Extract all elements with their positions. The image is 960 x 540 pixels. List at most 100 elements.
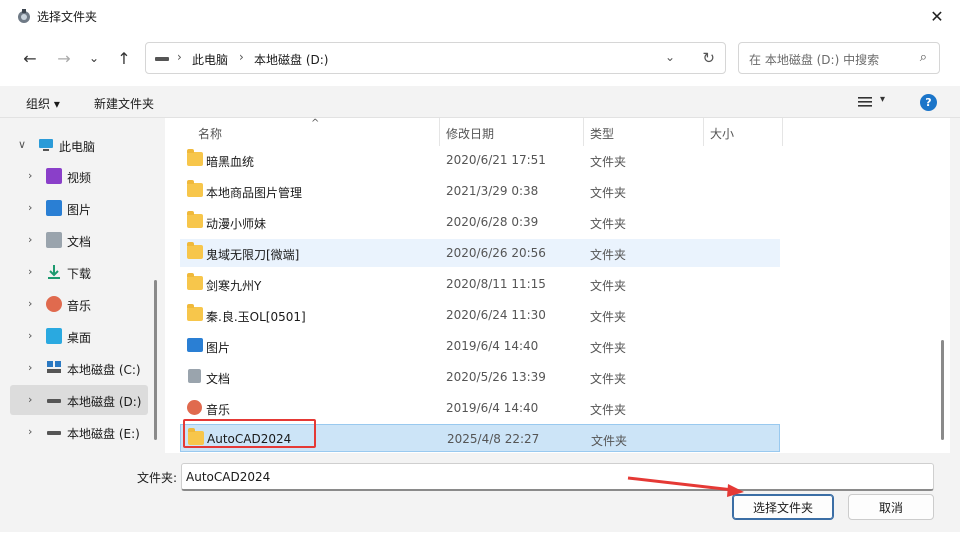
new-folder-button[interactable]: 新建文件夹 bbox=[94, 95, 154, 112]
up-button[interactable]: ↑ bbox=[112, 46, 136, 70]
column-divider[interactable] bbox=[703, 118, 704, 146]
row-type: 文件夹 bbox=[590, 155, 627, 169]
tree-item-videos[interactable]: › 视频 bbox=[10, 161, 148, 191]
app-icon bbox=[18, 9, 30, 23]
picture-icon bbox=[46, 200, 62, 216]
tree-item-label: 本地磁盘 (C:) bbox=[67, 363, 141, 377]
row-type: 文件夹 bbox=[590, 341, 627, 355]
chevron-expanded-icon[interactable]: ∨ bbox=[18, 138, 26, 151]
file-list: ^ 名称 修改日期 类型 大小 暗黑血统 2020/6/21 17:51 文件夹… bbox=[165, 118, 950, 453]
tree-item-pictures[interactable]: › 图片 bbox=[10, 193, 148, 223]
title-bar: 选择文件夹 ✕ bbox=[0, 0, 960, 32]
search-placeholder: 在 本地磁盘 (D:) 中搜索 bbox=[749, 53, 880, 67]
table-row[interactable]: 文档 2020/5/26 13:39 文件夹 bbox=[180, 363, 780, 391]
tree-item-label: 此电脑 bbox=[59, 140, 96, 154]
chevron-right-icon[interactable]: › bbox=[28, 233, 32, 246]
drive-icon bbox=[46, 424, 62, 440]
annotation-highlight-box bbox=[183, 419, 316, 448]
file-list-scrollbar[interactable] bbox=[941, 340, 944, 440]
chevron-down-icon[interactable]: ⌄ bbox=[665, 50, 675, 64]
table-row[interactable]: 图片 2019/6/4 14:40 文件夹 bbox=[180, 332, 780, 360]
nav-pane-scrollbar[interactable] bbox=[154, 280, 157, 440]
column-divider[interactable] bbox=[439, 118, 440, 146]
refresh-icon[interactable]: ↻ bbox=[702, 49, 715, 67]
search-icon: ⌕ bbox=[919, 50, 927, 65]
help-icon[interactable]: ? bbox=[920, 94, 937, 111]
table-row[interactable]: 秦.良.玉OL[0501] 2020/6/24 11:30 文件夹 bbox=[180, 301, 780, 329]
picture-icon bbox=[187, 338, 203, 352]
row-date: 2021/3/29 0:38 bbox=[446, 184, 539, 198]
monitor-icon bbox=[38, 137, 54, 153]
breadcrumb-this-pc[interactable]: 此电脑 bbox=[192, 51, 228, 68]
column-header-row: ^ 名称 修改日期 类型 大小 bbox=[165, 118, 950, 146]
row-type: 文件夹 bbox=[590, 372, 627, 386]
table-row[interactable]: 本地商品图片管理 2021/3/29 0:38 文件夹 bbox=[180, 177, 780, 205]
tree-item-label: 下载 bbox=[67, 267, 92, 281]
table-row[interactable]: 剑寒九州Y 2020/8/11 11:15 文件夹 bbox=[180, 270, 780, 298]
tree-item-label: 桌面 bbox=[67, 331, 92, 345]
chevron-right-icon[interactable]: › bbox=[28, 169, 32, 182]
close-icon: ✕ bbox=[930, 6, 944, 26]
row-date: 2020/6/24 11:30 bbox=[446, 308, 546, 322]
tree-item-drive-c[interactable]: › 本地磁盘 (C:) bbox=[10, 353, 148, 383]
column-header-name[interactable]: 名称 bbox=[198, 125, 222, 142]
column-header-size[interactable]: 大小 bbox=[710, 125, 734, 142]
column-header-date[interactable]: 修改日期 bbox=[446, 125, 494, 142]
organize-button[interactable]: 组织 ▾ bbox=[26, 95, 60, 112]
chevron-right-icon[interactable]: › bbox=[28, 329, 32, 342]
row-date: 2025/4/8 22:27 bbox=[447, 432, 540, 446]
tree-item-this-pc[interactable]: ∨ 此电脑 bbox=[10, 130, 148, 160]
chevron-down-icon: ▾ bbox=[880, 94, 886, 105]
music-icon bbox=[46, 296, 62, 312]
dialog-footer: 文件夹: 选择文件夹 取消 bbox=[0, 453, 960, 532]
tree-item-downloads[interactable]: › 下载 bbox=[10, 257, 148, 287]
chevron-right-icon[interactable]: › bbox=[28, 265, 32, 278]
tree-item-drive-d[interactable]: › 本地磁盘 (D:) bbox=[10, 385, 148, 415]
row-name: 图片 bbox=[206, 341, 231, 355]
table-row[interactable]: 音乐 2019/6/4 14:40 文件夹 bbox=[180, 394, 780, 422]
recent-locations-button[interactable]: ⌄ bbox=[82, 46, 106, 70]
address-field[interactable]: › 此电脑 › 本地磁盘 (D:) ⌄ ↻ bbox=[145, 42, 726, 74]
breadcrumb-drive-d[interactable]: 本地磁盘 (D:) bbox=[254, 51, 328, 68]
row-date: 2019/6/4 14:40 bbox=[446, 339, 539, 353]
table-row[interactable]: 暗黑血统 2020/6/21 17:51 文件夹 bbox=[180, 146, 780, 174]
chevron-right-icon[interactable]: › bbox=[28, 201, 32, 214]
folder-name-input[interactable] bbox=[181, 463, 934, 491]
column-divider[interactable] bbox=[583, 118, 584, 146]
row-type: 文件夹 bbox=[590, 248, 627, 262]
tree-item-documents[interactable]: › 文档 bbox=[10, 225, 148, 255]
music-icon bbox=[187, 400, 202, 415]
chevron-right-icon[interactable]: › bbox=[28, 393, 32, 406]
tree-item-drive-e[interactable]: › 本地磁盘 (E:) bbox=[10, 417, 148, 447]
chevron-right-icon[interactable]: › bbox=[28, 425, 32, 438]
row-date: 2020/5/26 13:39 bbox=[446, 370, 546, 384]
table-row[interactable]: 鬼域无限刀[微端] 2020/6/26 20:56 文件夹 bbox=[180, 239, 780, 267]
close-button[interactable]: ✕ bbox=[914, 0, 960, 32]
row-type: 文件夹 bbox=[590, 186, 627, 200]
back-button[interactable]: ← bbox=[18, 46, 42, 70]
row-name: 动漫小师妹 bbox=[206, 217, 267, 231]
row-date: 2020/6/21 17:51 bbox=[446, 153, 546, 167]
table-row[interactable]: 动漫小师妹 2020/6/28 0:39 文件夹 bbox=[180, 208, 780, 236]
column-header-type[interactable]: 类型 bbox=[590, 125, 614, 142]
tree-item-label: 音乐 bbox=[67, 299, 92, 313]
row-name: 本地商品图片管理 bbox=[206, 186, 303, 200]
drive-icon bbox=[46, 392, 62, 408]
forward-button[interactable]: → bbox=[52, 46, 76, 70]
cancel-button[interactable]: 取消 bbox=[848, 494, 934, 520]
tree-item-music[interactable]: › 音乐 bbox=[10, 289, 148, 319]
row-date: 2020/8/11 11:15 bbox=[446, 277, 546, 291]
select-folder-button[interactable]: 选择文件夹 bbox=[732, 494, 834, 520]
search-input[interactable]: 在 本地磁盘 (D:) 中搜索 ⌕ bbox=[738, 42, 940, 74]
column-divider[interactable] bbox=[782, 118, 783, 146]
tree-item-desktop[interactable]: › 桌面 bbox=[10, 321, 148, 351]
row-type: 文件夹 bbox=[590, 279, 627, 293]
view-options-button[interactable]: ▾ bbox=[858, 94, 888, 110]
document-icon bbox=[46, 232, 62, 248]
video-icon bbox=[46, 168, 62, 184]
row-name: 剑寒九州Y bbox=[206, 279, 262, 293]
chevron-right-icon[interactable]: › bbox=[28, 297, 32, 310]
chevron-right-icon[interactable]: › bbox=[28, 361, 32, 374]
select-folder-dialog: 选择文件夹 ✕ ← → ⌄ ↑ › 此电脑 › 本地磁盘 (D:) ⌄ ↻ 在 … bbox=[0, 0, 960, 532]
list-view-icon bbox=[858, 97, 872, 107]
